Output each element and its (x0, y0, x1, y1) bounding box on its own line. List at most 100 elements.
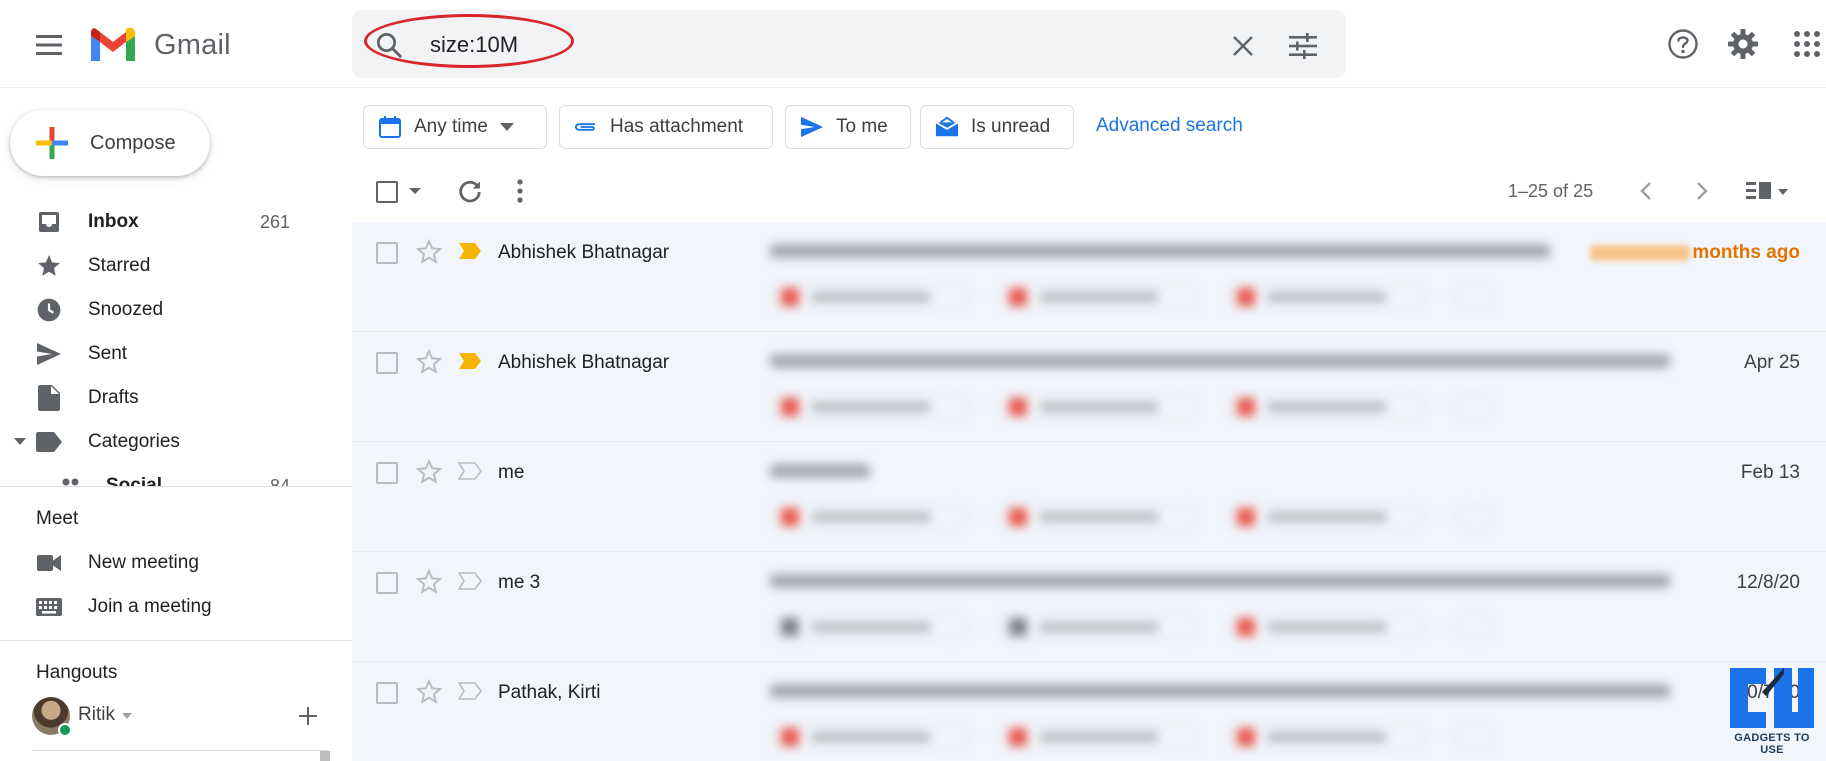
row-checkbox[interactable] (376, 462, 398, 484)
add-hangout-icon[interactable] (296, 704, 320, 728)
gmail-m-icon (91, 27, 135, 61)
join-meeting-item[interactable]: Join a meeting (0, 585, 352, 629)
sidebar-item-categories[interactable]: Categories (0, 420, 352, 464)
sidebar-scrollbar[interactable] (320, 751, 330, 761)
sidebar-item-drafts[interactable]: Drafts (0, 376, 352, 420)
email-row[interactable]: me Feb 13 (352, 442, 1826, 552)
clear-search-button[interactable] (1226, 29, 1260, 63)
people-icon (58, 473, 84, 486)
email-date: Apr 25 (1744, 352, 1800, 373)
to-me-chip[interactable]: To me (785, 105, 911, 149)
email-date-text: months ago (1692, 242, 1800, 263)
settings-button[interactable] (1724, 25, 1762, 63)
draft-icon (36, 385, 62, 411)
split-pane-toggle-icon[interactable] (1746, 180, 1790, 204)
new-meeting-item[interactable]: New meeting (0, 541, 352, 585)
sidebar-item-label: Inbox (88, 211, 139, 232)
important-marker-icon[interactable] (458, 462, 482, 480)
new-meeting-label: New meeting (88, 552, 199, 573)
sidebar-item-inbox[interactable]: Inbox 261 (0, 200, 352, 244)
row-checkbox[interactable] (376, 682, 398, 704)
main-menu-button[interactable] (28, 24, 70, 66)
expand-caret-icon[interactable] (14, 438, 26, 446)
sidebar-divider (0, 486, 352, 487)
close-icon (1233, 36, 1253, 56)
email-row[interactable]: Abhishek Bhatnagar Apr 25 (352, 332, 1826, 442)
email-row[interactable]: Abhishek Bhatnagar months ago (352, 222, 1826, 332)
sidebar-item-label: Starred (88, 255, 151, 276)
advanced-search-link[interactable]: Advanced search (1096, 115, 1243, 137)
any-time-chip[interactable]: Any time (363, 105, 547, 149)
chevron-down-icon[interactable] (409, 188, 421, 194)
star-icon (36, 253, 62, 279)
blurred-email-preview (770, 676, 1690, 760)
star-icon[interactable] (416, 679, 442, 705)
star-icon[interactable] (416, 569, 442, 595)
star-icon[interactable] (416, 459, 442, 485)
apps-grid-icon (1794, 31, 1820, 57)
gadgets-to-use-logo-icon (1730, 668, 1814, 728)
watermark-text: GADGETS TO USE (1734, 732, 1810, 756)
row-checkbox[interactable] (376, 242, 398, 264)
blurred-email-preview (770, 346, 1690, 430)
is-unread-chip[interactable]: Is unread (920, 105, 1074, 149)
has-attachment-chip[interactable]: Has attachment (559, 105, 773, 149)
apps-button[interactable] (1788, 25, 1826, 63)
chip-label: Is unread (971, 116, 1051, 137)
chevron-down-icon[interactable] (122, 713, 132, 719)
blurred-email-preview (770, 456, 1690, 540)
unread-count: 261 (259, 211, 290, 232)
important-marker-icon[interactable] (458, 352, 482, 370)
keyboard-icon (36, 594, 62, 620)
hangouts-user-name[interactable]: Ritik (78, 704, 115, 726)
sidebar-item-social[interactable]: Social 84 (0, 464, 352, 486)
select-all-checkbox[interactable] (376, 181, 398, 203)
help-icon (1668, 29, 1698, 59)
inbox-icon (36, 209, 62, 235)
gmail-logo[interactable]: Gmail (88, 22, 231, 68)
email-row[interactable]: Pathak, Kirti 10/7/20 (352, 662, 1826, 761)
search-highlight-annotation (364, 14, 574, 68)
row-checkbox[interactable] (376, 572, 398, 594)
video-camera-icon (36, 550, 62, 576)
more-options-icon[interactable] (516, 178, 524, 204)
chevron-right-icon[interactable] (1690, 179, 1712, 203)
online-status-dot (58, 723, 72, 737)
compose-button[interactable]: Compose (10, 110, 210, 176)
chevron-left-icon[interactable] (1636, 179, 1658, 203)
chip-label: Any time (414, 116, 488, 137)
refresh-icon[interactable] (456, 178, 484, 206)
sidebar-divider (0, 640, 352, 641)
help-button[interactable] (1664, 25, 1702, 63)
paperclip-icon (574, 115, 598, 139)
blurred-email-preview (770, 566, 1690, 650)
important-marker-icon[interactable] (458, 242, 482, 260)
row-checkbox[interactable] (376, 352, 398, 374)
email-date: months ago (1590, 242, 1800, 264)
sidebar-item-label: Snoozed (88, 299, 164, 320)
send-icon (800, 115, 824, 139)
email-row[interactable]: me 3 12/8/20 (352, 552, 1826, 662)
sidebar-item-starred[interactable]: Starred (0, 244, 352, 288)
compose-plus-icon (36, 127, 68, 159)
sidebar-item-label: Sent (88, 343, 128, 364)
sidebar-item-snoozed[interactable]: Snoozed (0, 288, 352, 332)
compose-label: Compose (90, 131, 176, 154)
sidebar-item-label: Social (106, 475, 162, 486)
search-options-button[interactable] (1286, 29, 1320, 63)
hamburger-icon (36, 35, 62, 55)
gear-icon (1728, 29, 1758, 59)
sidebar-item-sent[interactable]: Sent (0, 332, 352, 376)
avatar[interactable] (32, 697, 72, 737)
important-marker-icon[interactable] (458, 572, 482, 590)
star-icon[interactable] (416, 349, 442, 375)
blurred-email-preview (770, 236, 1690, 320)
join-meeting-label: Join a meeting (88, 596, 212, 617)
meet-section-title: Meet (36, 508, 79, 529)
gadgets-to-use-watermark: GADGETS TO USE (1722, 666, 1822, 758)
chip-label: Has attachment (610, 116, 744, 137)
email-list: Abhishek Bhatnagar months ago Abhishek B… (352, 222, 1826, 761)
star-icon[interactable] (416, 239, 442, 265)
important-marker-icon[interactable] (458, 682, 482, 700)
email-sender: Abhishek Bhatnagar (498, 242, 670, 263)
